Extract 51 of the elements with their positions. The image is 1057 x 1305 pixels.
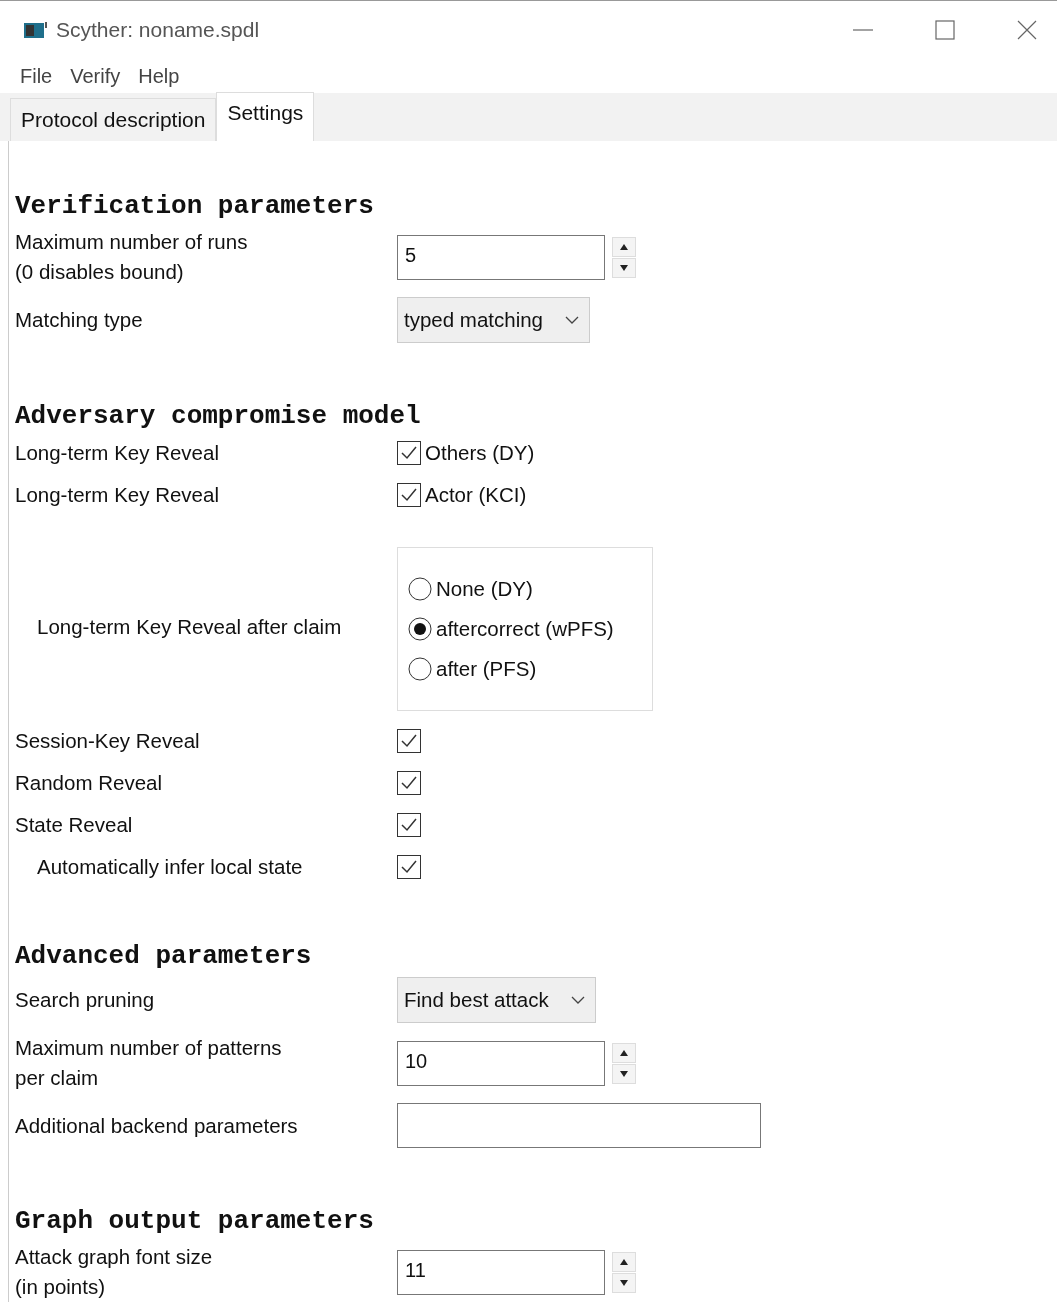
radio-button[interactable] <box>408 577 432 601</box>
field-label: Long-term Key Reveal <box>15 440 219 466</box>
dropdown[interactable]: typed matching <box>397 297 591 343</box>
radio-label[interactable]: after (PFS) <box>436 657 537 681</box>
section-heading: Verification parameters <box>15 190 375 223</box>
checkbox-label[interactable]: Others (DY) <box>425 441 535 465</box>
maximize-icon[interactable] <box>935 20 955 40</box>
field-label: Automatically infer local state <box>36 854 303 880</box>
field-label: Matching type <box>15 307 143 333</box>
checkbox[interactable] <box>397 483 421 507</box>
number-field[interactable]: 5 <box>397 234 605 280</box>
radio-label[interactable]: aftercorrect (wPFS) <box>436 617 614 641</box>
section-heading: Advanced parameters <box>15 940 313 973</box>
radio-label[interactable]: None (DY) <box>436 577 533 601</box>
menu-item[interactable]: File <box>20 64 53 88</box>
radio-button[interactable] <box>408 617 432 641</box>
field-label: Additional backend parameters <box>15 1112 298 1139</box>
tab[interactable]: Settings <box>216 92 315 141</box>
field-label: Maximum number of patterns per claim <box>15 1035 282 1091</box>
menu-item[interactable]: Help <box>138 64 180 88</box>
checkbox-label[interactable]: Actor (KCI) <box>425 483 527 507</box>
spin-buttons[interactable] <box>612 236 636 278</box>
spin-buttons[interactable] <box>612 1251 636 1293</box>
field-label: Search pruning <box>15 987 155 1013</box>
tab[interactable]: Protocol description <box>10 98 217 141</box>
menu-item[interactable]: Verify <box>70 64 121 88</box>
checkbox[interactable] <box>397 729 421 753</box>
checkbox[interactable] <box>397 771 421 795</box>
section-heading: Adversary compromise model <box>15 400 422 433</box>
chevron-down-icon <box>570 996 585 1004</box>
checkbox[interactable] <box>397 441 421 465</box>
field-label: State Reveal <box>15 812 133 838</box>
field-label: Maximum number of runs (0 disables bound) <box>15 229 248 285</box>
number-field[interactable]: 11 <box>397 1249 605 1295</box>
field-label: Attack graph font size (in points) <box>15 1244 213 1300</box>
field-label: Long-term Key Reveal <box>15 482 219 508</box>
field-label: Long-term Key Reveal after claim <box>36 614 342 640</box>
section-heading: Graph output parameters <box>15 1205 375 1238</box>
window-title: Scyther: noname.spdl <box>56 18 260 42</box>
field-label: Random Reveal <box>15 770 162 796</box>
number-field[interactable]: 10 <box>397 1040 605 1086</box>
text-field[interactable] <box>397 1103 761 1148</box>
chevron-down-icon <box>565 316 580 324</box>
app-icon <box>24 21 48 39</box>
spin-buttons[interactable] <box>612 1042 636 1084</box>
close-icon[interactable] <box>1017 20 1037 40</box>
checkbox[interactable] <box>397 855 421 879</box>
checkbox[interactable] <box>397 813 421 837</box>
dropdown[interactable]: Find best attack <box>397 977 596 1023</box>
radio-button[interactable] <box>408 657 432 681</box>
field-label: Session-Key Reveal <box>15 728 200 754</box>
